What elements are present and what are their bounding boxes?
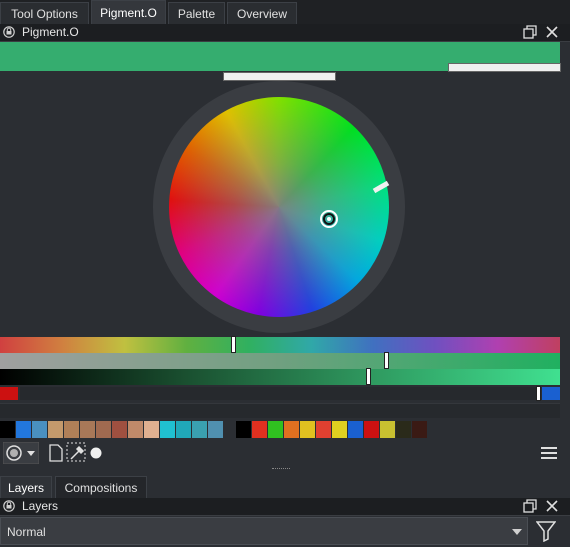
swatch-11[interactable] [176, 421, 191, 438]
swatch-8[interactable] [128, 421, 143, 438]
swatch-2[interactable] [32, 421, 47, 438]
swatch-24[interactable] [396, 421, 411, 438]
blend-mode-dropdown[interactable]: Normal [0, 517, 528, 545]
swatch-10[interactable] [160, 421, 175, 438]
tab-palette[interactable]: Palette [168, 2, 225, 24]
swatch-25[interactable] [412, 421, 427, 438]
swatch-12[interactable] [192, 421, 207, 438]
tab-compositions[interactable]: Compositions [55, 476, 147, 498]
wheel-shape-selector[interactable] [3, 442, 39, 464]
float-icon[interactable] [523, 25, 537, 39]
swatch-3[interactable] [48, 421, 63, 438]
swatch-0[interactable] [0, 421, 15, 438]
value-slider-handle[interactable] [366, 368, 371, 385]
swatch-19[interactable] [316, 421, 331, 438]
pigment-title-bar: Pigment.O [0, 24, 570, 42]
swatch-16[interactable] [268, 421, 283, 438]
pigment-toolbar [0, 440, 570, 466]
filter-icon[interactable] [536, 520, 556, 542]
mix-slider-handle[interactable] [536, 386, 541, 401]
swatch-1[interactable] [16, 421, 31, 438]
mix-color-left[interactable] [0, 387, 18, 400]
swatch-9[interactable] [144, 421, 159, 438]
panel-title: Pigment.O [22, 25, 79, 39]
swatch-6[interactable] [96, 421, 111, 438]
pigment-panel [0, 42, 570, 462]
swatch-4[interactable] [64, 421, 79, 438]
tab-tool-options[interactable]: Tool Options [0, 2, 89, 24]
swatch-20[interactable] [332, 421, 347, 438]
close-icon[interactable] [545, 499, 559, 513]
swatch-22[interactable] [364, 421, 379, 438]
swatch-23[interactable] [380, 421, 395, 438]
lock-icon[interactable] [3, 500, 15, 512]
close-icon[interactable] [545, 25, 559, 39]
float-icon[interactable] [523, 499, 537, 513]
mix-color-right[interactable] [542, 387, 560, 400]
panel-resize-handle[interactable] [223, 72, 336, 81]
tab-overview[interactable]: Overview [227, 2, 297, 24]
blend-mode-value: Normal [7, 525, 46, 539]
swatch-15[interactable] [252, 421, 267, 438]
swatch-5[interactable] [80, 421, 95, 438]
saturation-slider-handle[interactable] [384, 352, 389, 369]
menu-icon[interactable] [540, 445, 558, 461]
swatch-14[interactable] [236, 421, 251, 438]
document-icon[interactable] [48, 444, 64, 462]
hue-slider[interactable] [0, 337, 560, 353]
previous-color-indicator [448, 63, 561, 72]
tab-layers[interactable]: Layers [0, 476, 52, 498]
mix-slider[interactable] [20, 387, 540, 400]
swatch-13[interactable] [208, 421, 223, 438]
eyedropper-icon[interactable] [66, 442, 88, 464]
tab-pigment-o[interactable]: Pigment.O [91, 0, 166, 24]
docker-tab-strip: Tool Options Pigment.O Palette Overview [0, 0, 570, 24]
value-slider[interactable] [0, 369, 560, 385]
layers-title-bar: Layers [0, 498, 570, 516]
dot-icon[interactable] [89, 446, 103, 460]
lock-icon[interactable] [3, 26, 15, 38]
color-wheel[interactable] [150, 81, 410, 341]
saturation-slider[interactable] [0, 353, 560, 369]
chevron-down-icon [512, 529, 522, 535]
hue-slider-handle[interactable] [231, 336, 236, 353]
mixer-row[interactable] [0, 403, 560, 418]
swatch-7[interactable] [112, 421, 127, 438]
layers-panel-title: Layers [22, 499, 59, 513]
swatch-18[interactable] [300, 421, 315, 438]
swatch-17[interactable] [284, 421, 299, 438]
dock-splitter[interactable] [272, 468, 290, 471]
swatch-21[interactable] [348, 421, 363, 438]
